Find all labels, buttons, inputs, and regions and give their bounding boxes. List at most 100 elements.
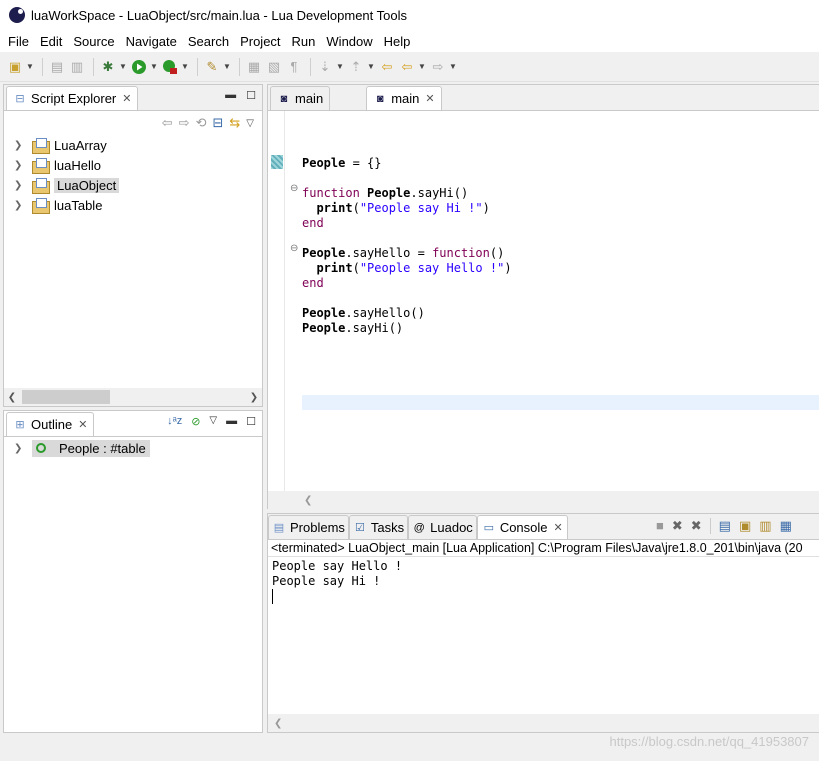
scroll-left-icon[interactable]: ❮ bbox=[4, 392, 20, 403]
maximize-icon[interactable]: ☐ bbox=[246, 89, 256, 102]
tab-outline[interactable]: ⊞ Outline ✕ bbox=[6, 412, 95, 436]
menu-source[interactable]: Source bbox=[68, 34, 119, 49]
menu-search[interactable]: Search bbox=[183, 34, 234, 49]
collapse-all-icon[interactable]: ⊟ bbox=[212, 115, 223, 131]
tab-console[interactable]: ▭ Console ✕ bbox=[476, 515, 568, 539]
scroll-right-icon[interactable]: ❯ bbox=[246, 392, 262, 403]
close-icon[interactable]: ✕ bbox=[122, 92, 131, 105]
scroll-left-icon[interactable]: ❮ bbox=[304, 495, 312, 506]
run-dropdown-icon[interactable]: ▼ bbox=[150, 58, 158, 76]
editor-horizontal-scrollbar[interactable]: ❮ bbox=[268, 491, 819, 509]
forward-icon[interactable]: ⇨ bbox=[179, 115, 190, 131]
view-menu-icon[interactable]: ▽ bbox=[246, 118, 254, 129]
tree-item-luaarray[interactable]: ❯ LuaArray bbox=[4, 135, 262, 155]
previous-annotation-dropdown-icon[interactable]: ▼ bbox=[367, 58, 375, 76]
toggle-block-selection-icon[interactable]: ▧ bbox=[265, 58, 283, 76]
menu-navigate[interactable]: Navigate bbox=[121, 34, 182, 49]
console-output[interactable]: People say Hello ! People say Hi ! bbox=[268, 557, 819, 604]
editor-tab-main-2[interactable]: ◙ main ✕ bbox=[366, 86, 442, 110]
menu-help[interactable]: Help bbox=[379, 34, 416, 49]
toggle-mark-occurrences-icon[interactable]: ▦ bbox=[245, 58, 263, 76]
scroll-lock-icon[interactable]: ▣ bbox=[739, 518, 751, 534]
menu-file[interactable]: File bbox=[3, 34, 34, 49]
external-tools-dropdown-icon[interactable]: ▼ bbox=[181, 58, 189, 76]
menu-run[interactable]: Run bbox=[287, 34, 321, 49]
outline-icon: ⊞ bbox=[15, 419, 25, 431]
chevron-right-icon[interactable]: ❯ bbox=[14, 160, 26, 171]
open-type-icon[interactable]: ✎ bbox=[203, 58, 221, 76]
code-token: end bbox=[302, 276, 324, 290]
forward-icon[interactable]: ⇨ bbox=[429, 58, 447, 76]
close-icon[interactable]: ✕ bbox=[425, 92, 434, 105]
console-horizontal-scrollbar[interactable]: ❮ bbox=[268, 714, 819, 732]
scrollbar-thumb[interactable] bbox=[22, 390, 110, 404]
scroll-left-icon[interactable]: ❮ bbox=[274, 718, 282, 729]
outline-item[interactable]: ❯ People : #table bbox=[4, 438, 262, 458]
external-tools-icon[interactable] bbox=[161, 58, 179, 76]
table-node-icon bbox=[36, 443, 46, 453]
up-icon[interactable]: ⟲ bbox=[196, 115, 207, 131]
previous-annotation-icon[interactable]: ⇡ bbox=[347, 58, 365, 76]
new-icon[interactable]: ▣ bbox=[6, 58, 24, 76]
code-line: function People.sayHi() bbox=[302, 186, 512, 201]
code-editor[interactable]: People = {} function People.sayHi() print… bbox=[302, 111, 512, 336]
close-icon[interactable]: ✕ bbox=[554, 521, 563, 534]
sort-icon[interactable]: ↓ᵃz bbox=[167, 415, 182, 428]
tab-tasks[interactable]: ☑ Tasks bbox=[348, 515, 409, 539]
save-icon[interactable]: ▤ bbox=[48, 58, 66, 76]
horizontal-scrollbar[interactable]: ❮ ❯ bbox=[4, 388, 262, 406]
link-with-editor-icon[interactable]: ⇆ bbox=[229, 115, 240, 131]
project-tree: ❯ LuaArray ❯ luaHello ❯ LuaObject ❯ luaT… bbox=[4, 135, 262, 215]
remove-launch-icon[interactable]: ✖ bbox=[672, 518, 683, 534]
fold-icon[interactable]: ⊖ bbox=[290, 243, 298, 254]
tab-problems[interactable]: ▤ Problems bbox=[268, 515, 349, 539]
code-line: end bbox=[302, 216, 512, 231]
pin-console-icon[interactable]: ▦ bbox=[780, 518, 792, 534]
next-annotation-icon[interactable]: ⇣ bbox=[316, 58, 334, 76]
chevron-right-icon[interactable]: ❯ bbox=[14, 180, 26, 191]
save-all-icon[interactable]: ▥ bbox=[68, 58, 86, 76]
maximize-icon[interactable]: ☐ bbox=[246, 415, 256, 428]
code-token: function bbox=[432, 246, 490, 260]
code-token: People bbox=[367, 186, 411, 200]
code-token: "People say Hello !" bbox=[359, 261, 505, 275]
debug-dropdown-icon[interactable]: ▼ bbox=[119, 58, 127, 76]
view-menu-icon[interactable]: ▽ bbox=[209, 415, 217, 428]
run-icon[interactable] bbox=[130, 58, 148, 76]
remove-all-launches-icon[interactable]: ✖ bbox=[691, 518, 702, 534]
forward-dropdown-icon[interactable]: ▼ bbox=[449, 58, 457, 76]
tree-item-luahello[interactable]: ❯ luaHello bbox=[4, 155, 262, 175]
editor-ruler bbox=[268, 111, 284, 491]
tab-script-explorer[interactable]: ⊟ Script Explorer ✕ bbox=[6, 86, 139, 110]
hide-fields-icon[interactable]: ⊘ bbox=[191, 415, 200, 428]
menu-window[interactable]: Window bbox=[321, 34, 377, 49]
clear-console-icon[interactable]: ▤ bbox=[719, 518, 731, 534]
show-whitespace-icon[interactable]: ¶ bbox=[285, 58, 303, 76]
last-edit-location-icon[interactable]: ⇦ bbox=[378, 58, 396, 76]
next-annotation-dropdown-icon[interactable]: ▼ bbox=[336, 58, 344, 76]
open-type-dropdown-icon[interactable]: ▼ bbox=[223, 58, 231, 76]
tab-luadoc[interactable]: @ Luadoc bbox=[408, 515, 477, 539]
tree-item-luatable[interactable]: ❯ luaTable bbox=[4, 195, 262, 215]
fold-icon[interactable]: ⊖ bbox=[290, 183, 298, 194]
menu-edit[interactable]: Edit bbox=[35, 34, 67, 49]
terminate-icon[interactable]: ■ bbox=[656, 518, 664, 534]
tree-item-luaobject[interactable]: ❯ LuaObject bbox=[4, 175, 262, 195]
app-icon bbox=[9, 7, 25, 23]
minimize-icon[interactable]: ▬ bbox=[225, 89, 236, 102]
new-dropdown-icon[interactable]: ▼ bbox=[26, 58, 34, 76]
editor-tab-main-1[interactable]: ◙ main bbox=[270, 86, 331, 110]
minimize-icon[interactable]: ▬ bbox=[226, 415, 237, 428]
back-icon[interactable]: ⇦ bbox=[398, 58, 416, 76]
back-icon[interactable]: ⇦ bbox=[162, 115, 173, 131]
word-wrap-icon[interactable]: ▥ bbox=[759, 518, 771, 534]
menu-project[interactable]: Project bbox=[235, 34, 285, 49]
chevron-right-icon[interactable]: ❯ bbox=[14, 443, 26, 454]
debug-icon[interactable]: ✱ bbox=[99, 58, 117, 76]
back-dropdown-icon[interactable]: ▼ bbox=[418, 58, 426, 76]
close-icon[interactable]: ✕ bbox=[78, 418, 87, 431]
chevron-right-icon[interactable]: ❯ bbox=[14, 140, 26, 151]
chevron-right-icon[interactable]: ❯ bbox=[14, 200, 26, 211]
editor-area: ◙ main ◙ main ✕ ⊖ ⊖ People = {} function … bbox=[267, 84, 819, 509]
